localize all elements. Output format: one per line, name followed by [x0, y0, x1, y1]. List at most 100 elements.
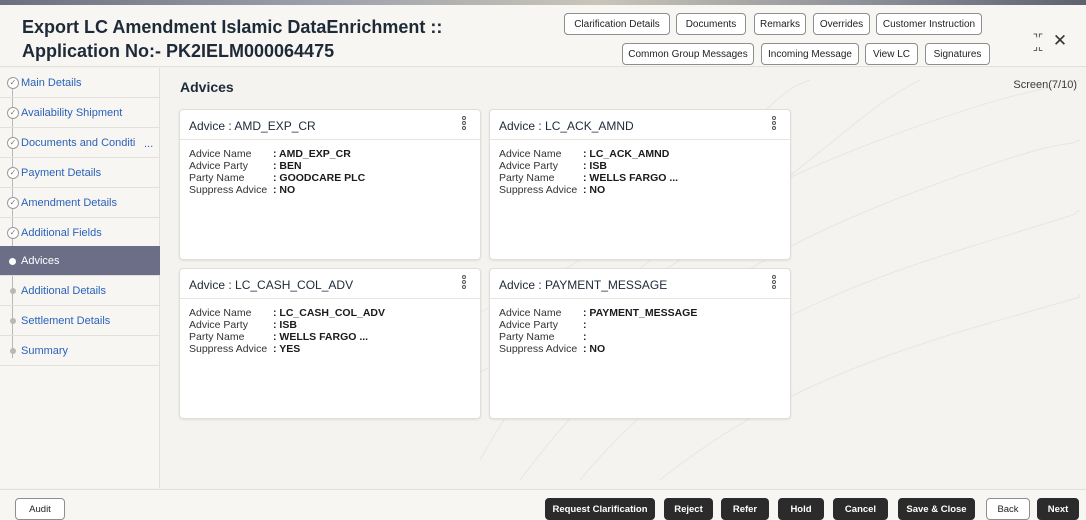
overrides-button[interactable]: Overrides	[813, 13, 870, 35]
kebab-menu-icon[interactable]	[772, 116, 778, 132]
suppress-advice-value: : NO	[273, 184, 296, 196]
advice-card-body: Advice Name: PAYMENT_MESSAGE Advice Part…	[490, 299, 790, 363]
customer-instruction-button[interactable]: Customer Instruction	[876, 13, 982, 35]
clarification-details-button[interactable]: Clarification Details	[564, 13, 670, 35]
sidebar-item-label: Summary	[21, 344, 69, 357]
advice-card-title: Advice : LC_CASH_COL_ADV	[189, 278, 354, 292]
advice-card-title: Advice : AMD_EXP_CR	[189, 119, 316, 133]
field-label: Suppress Advice	[499, 184, 578, 196]
kebab-menu-icon[interactable]	[462, 275, 468, 291]
sidebar-item-label: Documents and Conditi	[21, 136, 136, 149]
next-button[interactable]: Next	[1037, 498, 1079, 520]
incoming-message-button[interactable]: Incoming Message	[761, 43, 859, 65]
advice-name-value: : PAYMENT_MESSAGE	[583, 307, 698, 319]
suppress-advice-value: : NO	[583, 343, 606, 355]
pending-step-dot	[10, 348, 16, 354]
advice-card: Advice : LC_CASH_COL_ADV Advice Name : LC…	[179, 268, 481, 419]
cancel-button[interactable]: Cancel	[833, 498, 888, 520]
check-icon: ✓	[7, 137, 19, 149]
signatures-button[interactable]: Signatures	[925, 43, 990, 65]
sidebar-item-advices[interactable]: Advices	[0, 246, 160, 276]
sidebar-item-label: Main Details	[21, 76, 82, 89]
check-icon: ✓	[7, 197, 19, 209]
advice-card: Advice : LC_ACK_AMND Advice Name: LC_ACK…	[489, 109, 791, 260]
party-name-value: : WELLS FARGO ...	[273, 331, 369, 343]
advice-card-header: Advice : AMD_EXP_CR	[180, 110, 480, 140]
main-content: Advices Screen(7/10) Advice : AMD_EXP_CR…	[161, 68, 1086, 488]
sidebar-item-additional-fields[interactable]: ✓ Additional Fields	[0, 218, 160, 248]
advice-name-value: : LC_CASH_COL_ADV	[273, 307, 386, 319]
field-label: Advice Party	[189, 160, 248, 172]
sidebar-item-settlement-details[interactable]: Settlement Details	[0, 306, 160, 336]
check-icon: ✓	[7, 107, 19, 119]
save-close-button[interactable]: Save & Close	[898, 498, 975, 520]
back-button[interactable]: Back	[986, 498, 1030, 520]
sidebar-item-label: Payment Details	[21, 166, 102, 179]
sidebar-item-label: Settlement Details	[21, 314, 111, 327]
check-icon: ✓	[7, 227, 19, 239]
reject-button[interactable]: Reject	[664, 498, 713, 520]
sidebar-item-amendment-details[interactable]: ✓ Amendment Details	[0, 188, 160, 218]
hold-button[interactable]: Hold	[778, 498, 824, 520]
documents-button[interactable]: Documents	[676, 13, 746, 35]
advice-name-value: : AMD_EXP_CR	[273, 148, 351, 160]
check-icon: ✓	[7, 167, 19, 179]
sidebar-item-availability-shipment[interactable]: ✓ Availability Shipment	[0, 98, 160, 128]
sidebar-item-main-details[interactable]: ✓ Main Details	[0, 68, 160, 98]
request-clarification-button[interactable]: Request Clarification	[545, 498, 655, 520]
field-label: Advice Party	[499, 160, 558, 172]
page-header: Export LC Amendment Islamic DataEnrichme…	[0, 5, 1086, 67]
advice-card-body: Advice Name: LC_ACK_AMND Advice Party: I…	[490, 140, 790, 204]
advice-party-value: : ISB	[273, 319, 297, 331]
sidebar-nav: ✓ Main Details ✓ Availability Shipment ✓…	[0, 68, 160, 488]
advice-card-header: Advice : LC_ACK_AMND	[490, 110, 790, 140]
advice-card-header: Advice : PAYMENT_MESSAGE	[490, 269, 790, 299]
sidebar-item-label: Additional Fields	[21, 226, 102, 239]
sidebar-item-documents-and-conditions[interactable]: ✓ Documents and Conditi ...	[0, 128, 160, 158]
field-label: Advice Name	[189, 307, 252, 319]
field-label: Suppress Advice	[499, 343, 578, 355]
page-title: Export LC Amendment Islamic DataEnrichme…	[22, 17, 443, 37]
close-icon[interactable]: ✕	[1052, 32, 1068, 50]
view-lc-button[interactable]: View LC	[865, 43, 918, 65]
sidebar-item-payment-details[interactable]: ✓ Payment Details	[0, 158, 160, 188]
field-label: Advice Name	[189, 148, 252, 160]
field-label: Party Name	[189, 331, 245, 343]
kebab-menu-icon[interactable]	[772, 275, 778, 291]
field-label: Suppress Advice	[189, 343, 268, 355]
suppress-advice-value: : NO	[583, 184, 606, 196]
advice-card: Advice : PAYMENT_MESSAGE Advice Name: PA…	[489, 268, 791, 419]
common-group-messages-button[interactable]: Common Group Messages	[622, 43, 754, 65]
advice-card-title: Advice : LC_ACK_AMND	[499, 119, 634, 133]
section-title: Advices	[180, 79, 234, 95]
truncation-ellipsis: ...	[144, 138, 154, 150]
field-label: Advice Party	[189, 319, 248, 331]
field-label: Advice Name	[499, 148, 562, 160]
sidebar-item-label: Amendment Details	[21, 196, 117, 209]
check-icon: ✓	[7, 77, 19, 89]
advice-party-value: : BEN	[273, 160, 302, 172]
refer-button[interactable]: Refer	[721, 498, 769, 520]
remarks-button[interactable]: Remarks	[754, 13, 806, 35]
advice-card-body: Advice Name : AMD_EXP_CR Advice Party : BE…	[180, 140, 480, 204]
current-step-dot	[9, 258, 16, 265]
pending-step-dot	[10, 318, 16, 324]
advice-party-value: : ISB	[583, 160, 607, 172]
advice-party-value: :	[583, 319, 587, 331]
sidebar-item-additional-details[interactable]: Additional Details	[0, 276, 160, 306]
advice-card-title: Advice : PAYMENT_MESSAGE	[499, 278, 668, 292]
audit-button[interactable]: Audit	[15, 498, 65, 520]
screen-indicator: Screen(7/10)	[1013, 79, 1077, 91]
sidebar-item-label: Additional Details	[21, 284, 106, 297]
sidebar-item-label: Advices	[21, 254, 60, 267]
pending-step-dot	[10, 288, 16, 294]
sidebar-item-summary[interactable]: Summary	[0, 336, 160, 366]
kebab-menu-icon[interactable]	[462, 116, 468, 132]
sidebar-item-label: Availability Shipment	[21, 106, 123, 119]
expand-icon[interactable]: ⌝⌜ ⌟⌞	[1030, 34, 1046, 53]
field-label: Party Name	[499, 172, 555, 184]
suppress-advice-value: : YES	[273, 343, 301, 355]
party-name-value: : WELLS FARGO ...	[583, 172, 679, 184]
field-label: Party Name	[189, 172, 245, 184]
advice-card: Advice : AMD_EXP_CR Advice Name : AMD_EXP…	[179, 109, 481, 260]
